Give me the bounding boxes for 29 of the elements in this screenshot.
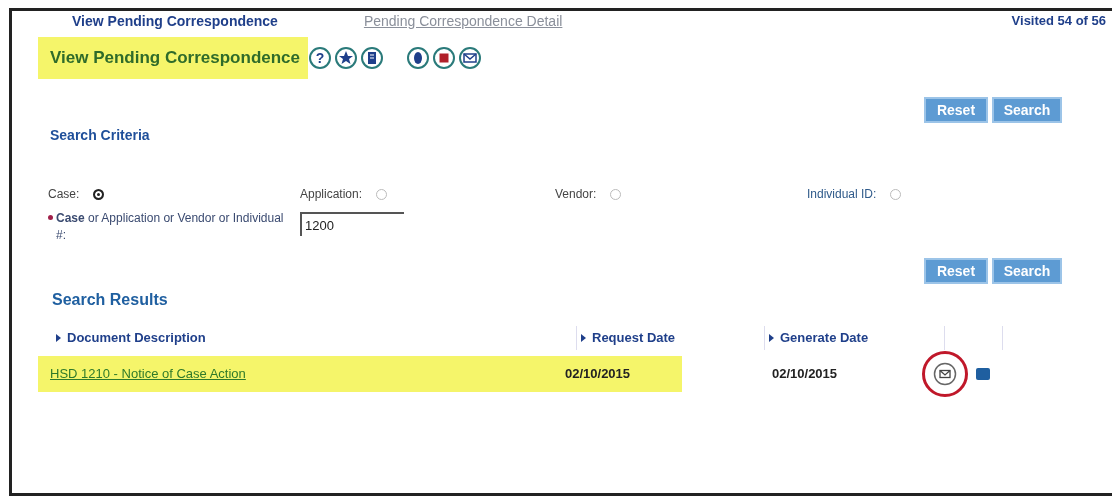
column-header[interactable]: Request Date (592, 328, 676, 348)
envelope-icon[interactable] (458, 46, 483, 70)
sort-icon[interactable] (581, 334, 586, 342)
radio-button[interactable] (610, 188, 622, 200)
column-header[interactable]: Generate Date (780, 328, 869, 348)
radio-label: Vendor: (555, 186, 597, 203)
table-cell-text: 02/10/2015 (772, 365, 839, 384)
radio-button[interactable] (890, 188, 902, 200)
document-link[interactable]: HSD 1210 - Notice of Case Action (50, 364, 565, 384)
table-cell-text: 02/10/2015 (565, 365, 631, 384)
tab-link[interactable]: View Pending Correspondence (72, 10, 278, 32)
sort-icon[interactable] (769, 334, 774, 342)
field-label: Case or Application or Vendor or Individual #: (56, 210, 285, 244)
radio-button[interactable] (376, 188, 388, 200)
column-header[interactable]: Document Description (67, 328, 206, 348)
visited-count: Visited 54 of 56 (1011, 12, 1106, 31)
input-field[interactable]: 1200 (300, 212, 404, 236)
radio-button[interactable] (93, 188, 105, 200)
sort-icon[interactable] (56, 334, 61, 342)
radio-label: Application: (300, 186, 363, 203)
document-icon[interactable] (360, 46, 385, 70)
radio-label: Case: (48, 186, 80, 203)
radio-label: Individual ID: (807, 186, 877, 203)
page-title: View Pending Correspondence (38, 37, 309, 79)
envelope-icon[interactable] (933, 362, 957, 386)
section-heading: Search Results (52, 290, 169, 310)
help-icon[interactable]: ? (308, 46, 333, 70)
stop-icon[interactable] (432, 46, 457, 70)
section-heading: Search Criteria (50, 126, 151, 145)
